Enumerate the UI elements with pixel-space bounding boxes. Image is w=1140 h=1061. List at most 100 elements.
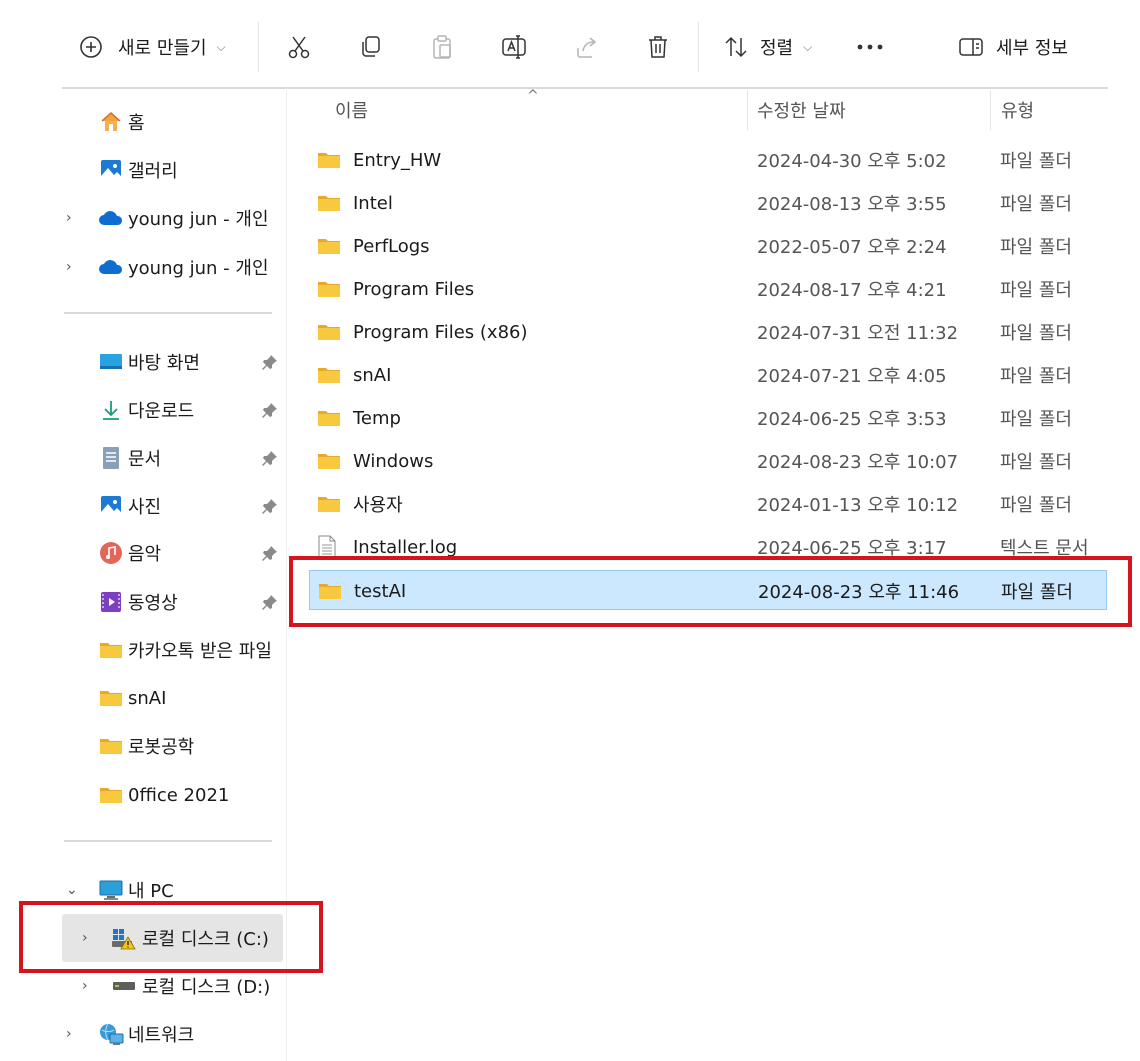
file-name-cell: Intel	[317, 183, 393, 223]
sort-button[interactable]: 정렬 ⌵	[720, 27, 812, 67]
nav-folder-kakaotalk[interactable]: 카카오톡 받은 파일	[98, 630, 272, 670]
delete-button[interactable]	[640, 27, 676, 67]
chevron-right-icon[interactable]: ›	[66, 259, 72, 275]
pin-icon[interactable]	[261, 401, 279, 419]
nav-home[interactable]: 홈	[98, 102, 145, 142]
nav-videos-label: 동영상	[128, 593, 178, 614]
copy-button[interactable]	[352, 27, 388, 67]
column-header-name[interactable]: 이름	[335, 88, 745, 132]
column-header-type[interactable]: 유형	[1001, 88, 1121, 132]
column-header-date[interactable]: 수정한 날짜	[757, 88, 987, 132]
computer-icon	[98, 877, 124, 903]
folder-icon	[317, 191, 341, 215]
file-name: Entry_HW	[353, 149, 442, 171]
nav-downloads[interactable]: 다운로드	[98, 390, 194, 430]
nav-onedrive-2[interactable]: › young jun - 개인	[66, 247, 269, 287]
file-row[interactable]: 사용자 2024-01-13 오후 10:12 파일 폴더	[309, 484, 1107, 524]
file-name: Program Files	[353, 278, 475, 300]
pin-icon[interactable]	[261, 449, 279, 467]
chevron-right-icon[interactable]: ›	[66, 210, 72, 226]
pictures-icon	[98, 493, 124, 519]
delete-icon	[640, 27, 676, 67]
pin-icon[interactable]	[261, 353, 279, 371]
toolbar-separator	[258, 22, 259, 72]
chevron-down-icon: ⌵	[803, 39, 813, 54]
file-name-cell: Program Files	[317, 269, 474, 309]
file-date: 2022-05-07 오후 2:24	[757, 237, 947, 258]
highlight-box-testai	[289, 556, 1132, 627]
file-name-cell: Temp	[317, 398, 401, 438]
file-name-cell: snAI	[317, 355, 391, 395]
file-name: Intel	[353, 192, 393, 214]
nav-folder-label: 카카오톡 받은 파일	[128, 641, 272, 662]
home-icon	[98, 109, 124, 135]
onedrive-icon	[98, 254, 124, 280]
nav-folder-office[interactable]: 0ffice 2021	[98, 775, 229, 815]
folder-icon	[317, 492, 341, 516]
file-name-cell: 사용자	[317, 484, 403, 524]
download-icon	[98, 397, 124, 423]
folder-icon	[98, 782, 124, 808]
nav-folder-label: 로봇공학	[128, 737, 195, 758]
chevron-right-icon[interactable]: ›	[66, 1026, 72, 1042]
file-date: 2024-07-21 오후 4:05	[757, 366, 947, 387]
nav-pictures[interactable]: 사진	[98, 486, 161, 526]
nav-gallery[interactable]: 갤러리	[98, 150, 178, 190]
chevron-right-icon[interactable]: ›	[82, 978, 88, 994]
paste-button[interactable]	[424, 27, 460, 67]
nav-documents[interactable]: 문서	[98, 438, 161, 478]
file-type: 파일 폴더	[1000, 409, 1072, 430]
nav-videos[interactable]: 동영상	[98, 582, 178, 622]
drive-icon	[110, 973, 138, 999]
sidebar-divider	[64, 840, 272, 842]
file-type: 파일 폴더	[1000, 151, 1072, 172]
file-row[interactable]: Entry_HW 2024-04-30 오후 5:02 파일 폴더	[309, 140, 1107, 180]
pin-icon[interactable]	[261, 593, 279, 611]
folder-icon	[317, 363, 341, 387]
file-row[interactable]: PerfLogs 2022-05-07 오후 2:24 파일 폴더	[309, 226, 1107, 266]
nav-onedrive-1[interactable]: › young jun - 개인	[66, 198, 269, 238]
file-name: PerfLogs	[353, 235, 430, 257]
column-header-label: 유형	[1001, 101, 1035, 122]
nav-network[interactable]: › 네트워크	[66, 1014, 194, 1054]
chevron-down-icon: ⌵	[216, 39, 226, 54]
pin-icon[interactable]	[261, 497, 279, 515]
column-header-label: 수정한 날짜	[757, 101, 846, 122]
nav-folder-snai[interactable]: snAI	[98, 678, 166, 718]
file-date: 2024-07-31 오전 11:32	[757, 323, 959, 344]
file-row[interactable]: Temp 2024-06-25 오후 3:53 파일 폴더	[309, 398, 1107, 438]
chevron-down-icon[interactable]: ⌄	[66, 882, 78, 898]
cut-button[interactable]	[281, 27, 317, 67]
file-name-cell: Program Files (x86)	[317, 312, 528, 352]
file-name: Temp	[353, 407, 401, 429]
folder-icon	[98, 637, 124, 663]
more-icon	[852, 27, 888, 67]
nav-documents-label: 문서	[128, 449, 162, 470]
onedrive-icon	[98, 205, 124, 231]
cut-icon	[281, 27, 317, 67]
music-icon	[98, 540, 124, 566]
file-row[interactable]: Intel 2024-08-13 오후 3:55 파일 폴더	[309, 183, 1107, 223]
folder-icon	[317, 234, 341, 258]
new-button[interactable]: 새로 만들기 ⌵	[76, 27, 226, 67]
details-pane-button[interactable]: 세부 정보	[954, 27, 1068, 67]
nav-folder-robotics[interactable]: 로봇공학	[98, 726, 194, 766]
column-separator[interactable]	[747, 90, 748, 130]
file-row[interactable]: Program Files (x86) 2024-07-31 오전 11:32 파일…	[309, 312, 1107, 352]
sidebar-divider	[64, 312, 272, 314]
file-row[interactable]: snAI 2024-07-21 오후 4:05 파일 폴더	[309, 355, 1107, 395]
document-icon	[98, 445, 124, 471]
details-pane-icon	[954, 27, 988, 67]
file-date: 2024-01-13 오후 10:12	[757, 495, 959, 516]
share-button[interactable]	[569, 27, 605, 67]
column-separator[interactable]	[990, 90, 991, 130]
file-row[interactable]: Windows 2024-08-23 오후 10:07 파일 폴더	[309, 441, 1107, 481]
folder-icon	[98, 733, 124, 759]
pin-icon[interactable]	[261, 544, 279, 562]
command-bar: 새로 만들기 ⌵ 정렬 ⌵ 세부 정보	[0, 0, 1140, 92]
more-button[interactable]	[852, 27, 888, 67]
nav-desktop[interactable]: 바탕 화면	[98, 342, 200, 382]
file-row[interactable]: Program Files 2024-08-17 오후 4:21 파일 폴더	[309, 269, 1107, 309]
nav-music[interactable]: 음악	[98, 533, 161, 573]
rename-button[interactable]	[496, 27, 532, 67]
